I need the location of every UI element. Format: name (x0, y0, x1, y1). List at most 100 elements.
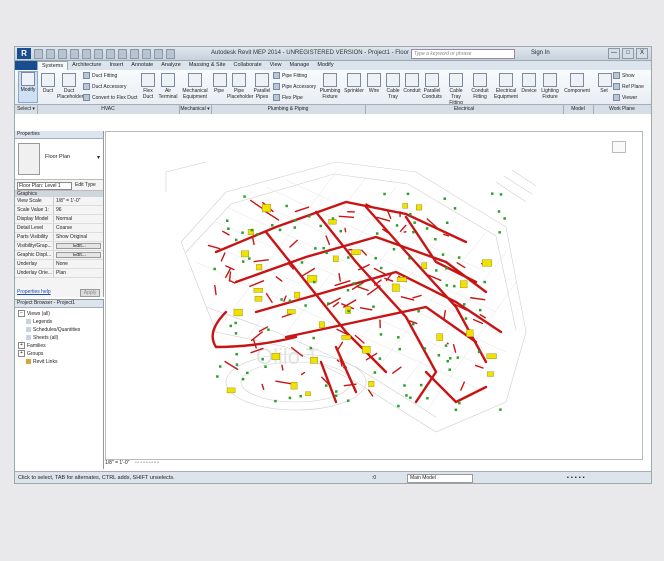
air-terminal[interactable] (241, 377, 245, 381)
air-terminal-button[interactable]: Air Terminal (157, 73, 179, 100)
tab-modify[interactable]: Modify (313, 61, 337, 70)
measure-icon[interactable] (94, 49, 103, 59)
tab-insert[interactable]: Insert (105, 61, 127, 70)
equipment-unit[interactable] (362, 345, 371, 354)
air-terminal[interactable] (383, 192, 386, 196)
electrical-equipment-button[interactable]: Electrical Equipment (493, 73, 519, 100)
flex-pipe-button[interactable]: Flex Pipe (273, 94, 303, 101)
parallel-pipes-button[interactable]: Parallel Pipes (253, 73, 271, 100)
section-icon[interactable] (142, 49, 151, 59)
wire-button[interactable]: Wire (367, 73, 381, 94)
air-terminal[interactable] (409, 396, 412, 399)
tab-view[interactable]: View (266, 61, 286, 70)
air-terminal[interactable] (271, 224, 274, 227)
air-terminal[interactable] (419, 383, 423, 387)
air-terminal[interactable] (339, 229, 343, 233)
duct-button[interactable]: Duct (40, 73, 56, 94)
equipment-unit[interactable] (233, 308, 243, 317)
air-terminal[interactable] (307, 215, 311, 218)
3d-view-icon[interactable] (130, 49, 139, 59)
edit-button[interactable]: Edit... (56, 243, 101, 249)
air-terminal[interactable] (264, 365, 267, 369)
show-button[interactable]: Show (613, 72, 635, 79)
air-terminal[interactable] (397, 336, 400, 339)
air-terminal[interactable] (256, 232, 259, 236)
equipment-unit[interactable] (226, 387, 236, 394)
air-terminal[interactable] (437, 354, 441, 357)
air-terminal[interactable] (413, 221, 416, 224)
air-terminal[interactable] (456, 356, 460, 359)
air-terminal[interactable] (309, 346, 313, 350)
equipment-unit[interactable] (486, 353, 497, 359)
air-terminal[interactable] (398, 347, 402, 351)
equipment-unit[interactable] (294, 291, 301, 299)
air-terminal[interactable] (241, 260, 245, 263)
equipment-unit[interactable] (261, 204, 272, 213)
air-terminal[interactable] (462, 303, 466, 306)
air-terminal[interactable] (409, 212, 412, 216)
cable-tray-button[interactable]: Cable Tray (385, 73, 401, 100)
air-terminal[interactable] (499, 193, 503, 196)
property-value[interactable]: None (54, 260, 103, 268)
air-terminal[interactable] (227, 227, 230, 231)
equipment-unit[interactable] (368, 380, 375, 387)
air-terminal[interactable] (445, 267, 448, 270)
air-terminal[interactable] (234, 321, 237, 325)
apply-button[interactable]: Apply (80, 289, 100, 297)
tab-annotate[interactable]: Annotate (127, 61, 157, 70)
expand-toggle-icon[interactable]: + (18, 350, 25, 358)
air-terminal[interactable] (490, 192, 494, 195)
pipe-fitting-button[interactable]: Pipe Fitting (273, 72, 307, 79)
browser-tree-item[interactable]: Schedules/Quantities (18, 326, 103, 334)
air-terminal[interactable] (392, 247, 396, 251)
equipment-unit[interactable] (253, 287, 263, 293)
air-terminal[interactable] (397, 404, 400, 408)
air-terminal[interactable] (229, 324, 233, 328)
air-terminal[interactable] (503, 217, 506, 220)
air-terminal[interactable] (250, 228, 254, 232)
air-terminal[interactable] (293, 226, 297, 229)
equipment-unit[interactable] (256, 264, 263, 271)
undo-icon[interactable] (58, 49, 67, 59)
equipment-unit[interactable] (328, 218, 337, 225)
mechanical-equipment-button[interactable]: Mechanical Equipment (181, 73, 209, 100)
air-terminal[interactable] (280, 298, 283, 301)
air-terminal[interactable] (434, 237, 437, 241)
air-terminal[interactable] (312, 280, 316, 284)
equipment-unit[interactable] (396, 277, 407, 282)
air-terminal[interactable] (324, 384, 328, 387)
properties-help-link[interactable]: Properties help (17, 289, 51, 295)
air-terminal[interactable] (346, 399, 350, 402)
worksets-indicator[interactable]: :0 (372, 474, 376, 482)
viewer-button[interactable]: Viewer (613, 94, 637, 101)
air-terminal[interactable] (235, 352, 238, 356)
flex-duct-button[interactable]: Flex Duct (141, 73, 155, 100)
equipment-unit[interactable] (460, 280, 468, 289)
air-terminal[interactable] (375, 232, 379, 235)
equipment-unit[interactable] (271, 353, 280, 360)
air-terminal[interactable] (288, 299, 292, 302)
tab-massing-site[interactable]: Massing & Site (185, 61, 230, 70)
sign-in-link[interactable]: Sign In (531, 50, 550, 56)
equipment-unit[interactable] (421, 262, 428, 269)
equipment-unit[interactable] (318, 321, 325, 328)
sprinkler-button[interactable]: Sprinkler (344, 73, 364, 94)
air-terminal[interactable] (457, 256, 461, 259)
air-terminal[interactable] (325, 251, 328, 255)
pipe-accessory-button[interactable]: Pipe Accessory (273, 83, 316, 90)
air-terminal[interactable] (454, 408, 458, 412)
tab-analyze[interactable]: Analyze (157, 61, 185, 70)
pipe-button[interactable]: Pipe (213, 73, 227, 94)
air-terminal[interactable] (408, 257, 411, 260)
equipment-unit[interactable] (487, 371, 494, 377)
group-select[interactable]: Select ▾ (15, 105, 38, 114)
air-terminal[interactable] (347, 256, 350, 259)
air-terminal[interactable] (453, 207, 457, 210)
help-search-input[interactable]: Type a keyword or phrase (411, 49, 515, 59)
air-terminal[interactable] (267, 328, 270, 331)
air-terminal[interactable] (300, 261, 304, 264)
air-terminal[interactable] (379, 266, 383, 270)
air-terminal[interactable] (285, 204, 288, 208)
air-terminal[interactable] (374, 256, 377, 260)
air-terminal[interactable] (403, 384, 406, 387)
